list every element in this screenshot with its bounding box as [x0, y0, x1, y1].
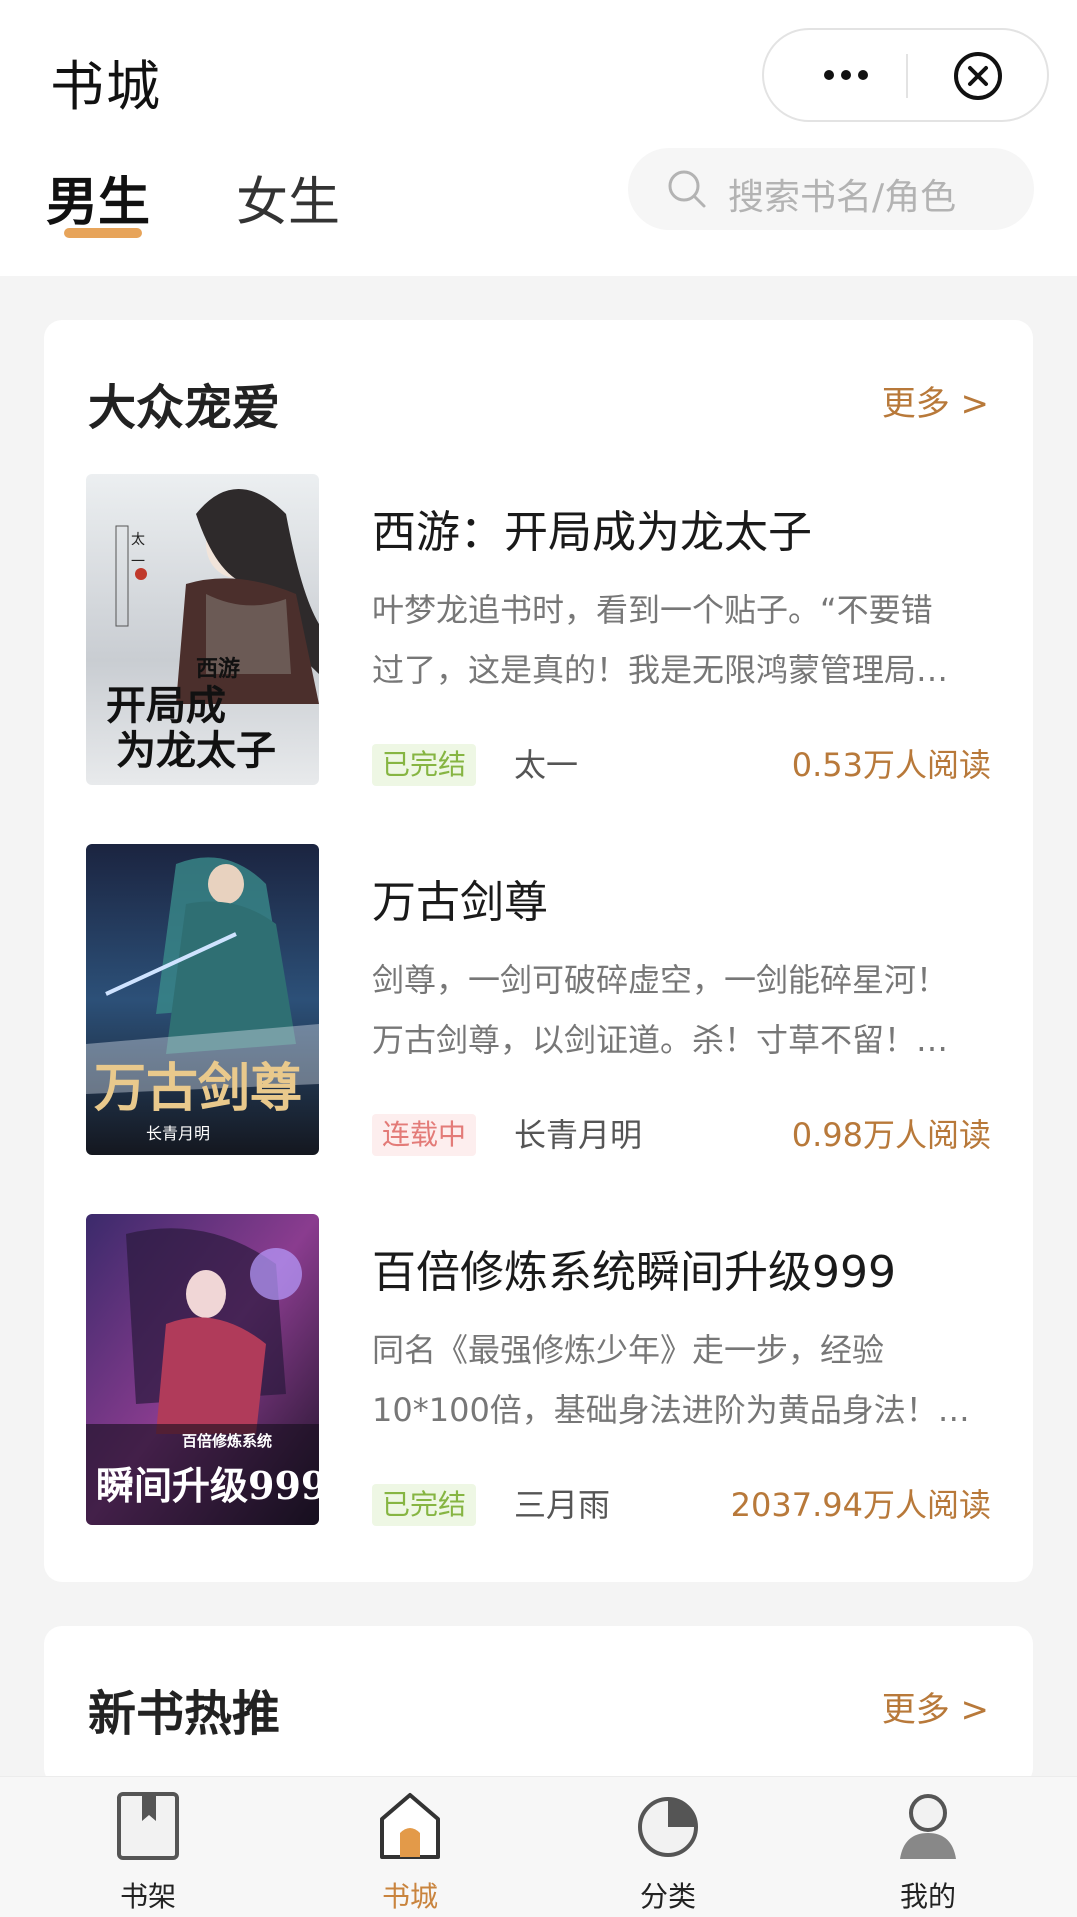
book-item[interactable]: 万古剑尊 长青月明 万古剑尊 剑尊，一剑可破碎虚空，一剑能碎星河！ 万古剑尊，以…	[86, 844, 991, 1158]
bookshelf-icon	[117, 1792, 179, 1860]
svg-text:百倍修炼系统: 百倍修炼系统	[182, 1432, 272, 1450]
svg-text:瞬间升级999: 瞬间升级999	[96, 1463, 319, 1508]
book-description: 叶梦龙追书时，看到一个贴子。“不要错 过了，这是真的！我是无限鸿蒙管理局…	[372, 580, 992, 700]
book-cover[interactable]: 百倍修炼系统 瞬间升级999	[86, 1214, 319, 1525]
book-cover[interactable]: 万古剑尊 长青月明	[86, 844, 319, 1155]
svg-text:西游: 西游	[196, 656, 240, 682]
bottom-tab-bar: 书架 书城 分类 我的	[0, 1776, 1077, 1917]
read-count: 0.53万人阅读	[791, 746, 991, 784]
section-title: 新书热推	[88, 1686, 281, 1742]
capsule-divider	[906, 54, 908, 98]
tabbar-item-profile[interactable]: 我的	[853, 1777, 1003, 1917]
book-cover[interactable]: 西游 开局成 为龙太子 太 一	[86, 474, 319, 785]
status-badge: 已完结	[372, 1484, 477, 1526]
category-icon	[638, 1797, 698, 1857]
book-description-line: 叶梦龙追书时，看到一个贴子。“不要错	[372, 591, 933, 629]
page-title: 书城	[50, 55, 162, 118]
book-description-line: 10*100倍，基础身法进阶为黄品身法！…	[372, 1391, 970, 1429]
tabbar-item-bookshelf[interactable]: 书架	[73, 1777, 223, 1917]
store-icon	[380, 1793, 440, 1859]
search-icon	[668, 170, 706, 208]
status-badge: 已完结	[372, 744, 477, 786]
more-options-icon[interactable]	[806, 30, 886, 120]
section-title: 大众宠爱	[88, 380, 281, 436]
book-title[interactable]: 百倍修炼系统瞬间升级999	[372, 1236, 896, 1300]
book-item[interactable]: 百倍修炼系统 瞬间升级999 百倍修炼系统瞬间升级999 同名《最强修炼少年》走…	[86, 1214, 991, 1528]
read-count: 0.98万人阅读	[791, 1116, 991, 1154]
svg-text:为龙太子: 为龙太子	[116, 727, 276, 774]
tabbar-label: 书城	[381, 1880, 438, 1913]
book-title[interactable]: 万古剑尊	[372, 866, 548, 930]
tabbar-item-store[interactable]: 书城	[335, 1777, 485, 1917]
section-new-hot: 新书热推 更多 >	[44, 1626, 1033, 1786]
svg-text:太: 太	[131, 532, 145, 548]
profile-icon	[900, 1794, 956, 1859]
search-input[interactable]: 搜索书名/角色	[628, 148, 1034, 230]
book-item[interactable]: 西游 开局成 为龙太子 太 一 西游：开局成为龙太子 叶梦龙追书时，看到一个贴子…	[86, 474, 991, 788]
tabbar-item-category[interactable]: 分类	[593, 1777, 743, 1917]
svg-text:开局成: 开局成	[106, 682, 226, 729]
tabbar-label: 我的	[899, 1880, 956, 1913]
more-link[interactable]: 更多 >	[882, 1682, 989, 1731]
close-icon[interactable]	[952, 50, 1004, 102]
mini-program-capsule	[762, 28, 1049, 122]
status-badge: 连载中	[372, 1114, 477, 1156]
book-description: 同名《最强修炼少年》走一步，经验 10*100倍，基础身法进阶为黄品身法！…	[372, 1320, 992, 1440]
tabbar-label: 书架	[119, 1880, 176, 1913]
book-description-line: 同名《最强修炼少年》走一步，经验	[372, 1331, 885, 1369]
book-author: 长青月明	[514, 1116, 643, 1154]
book-description: 剑尊，一剑可破碎虚空，一剑能碎星河！ 万古剑尊，以剑证道。杀！寸草不留！…	[372, 950, 992, 1070]
svg-text:万古剑尊: 万古剑尊	[94, 1058, 302, 1119]
book-description-line: 万古剑尊，以剑证道。杀！寸草不留！…	[372, 1021, 949, 1059]
tab-female[interactable]: 女生	[236, 160, 340, 235]
book-author: 太一	[514, 746, 579, 784]
section-popular: 大众宠爱 更多 > 西游 开局成 为龙太子 太 一 西游：开局成为龙太子 叶梦龙…	[44, 320, 1033, 1582]
tabbar-label: 分类	[639, 1880, 696, 1913]
book-title[interactable]: 西游：开局成为龙太子	[372, 496, 812, 560]
svg-text:一: 一	[131, 554, 145, 570]
read-count: 2037.94万人阅读	[730, 1486, 991, 1524]
svg-text:长青月明: 长青月明	[146, 1124, 210, 1143]
search-placeholder: 搜索书名/角色	[728, 177, 957, 218]
more-link[interactable]: 更多 >	[882, 376, 989, 425]
book-description-line: 剑尊，一剑可破碎虚空，一剑能碎星河！	[372, 961, 949, 999]
book-description-line: 过了，这是真的！我是无限鸿蒙管理局…	[372, 651, 949, 689]
header: 书城 男生 女生 搜索书名/角色	[0, 0, 1077, 276]
tab-male[interactable]: 男生	[46, 160, 150, 235]
active-tab-indicator	[64, 228, 142, 238]
book-author: 三月雨	[514, 1486, 611, 1524]
